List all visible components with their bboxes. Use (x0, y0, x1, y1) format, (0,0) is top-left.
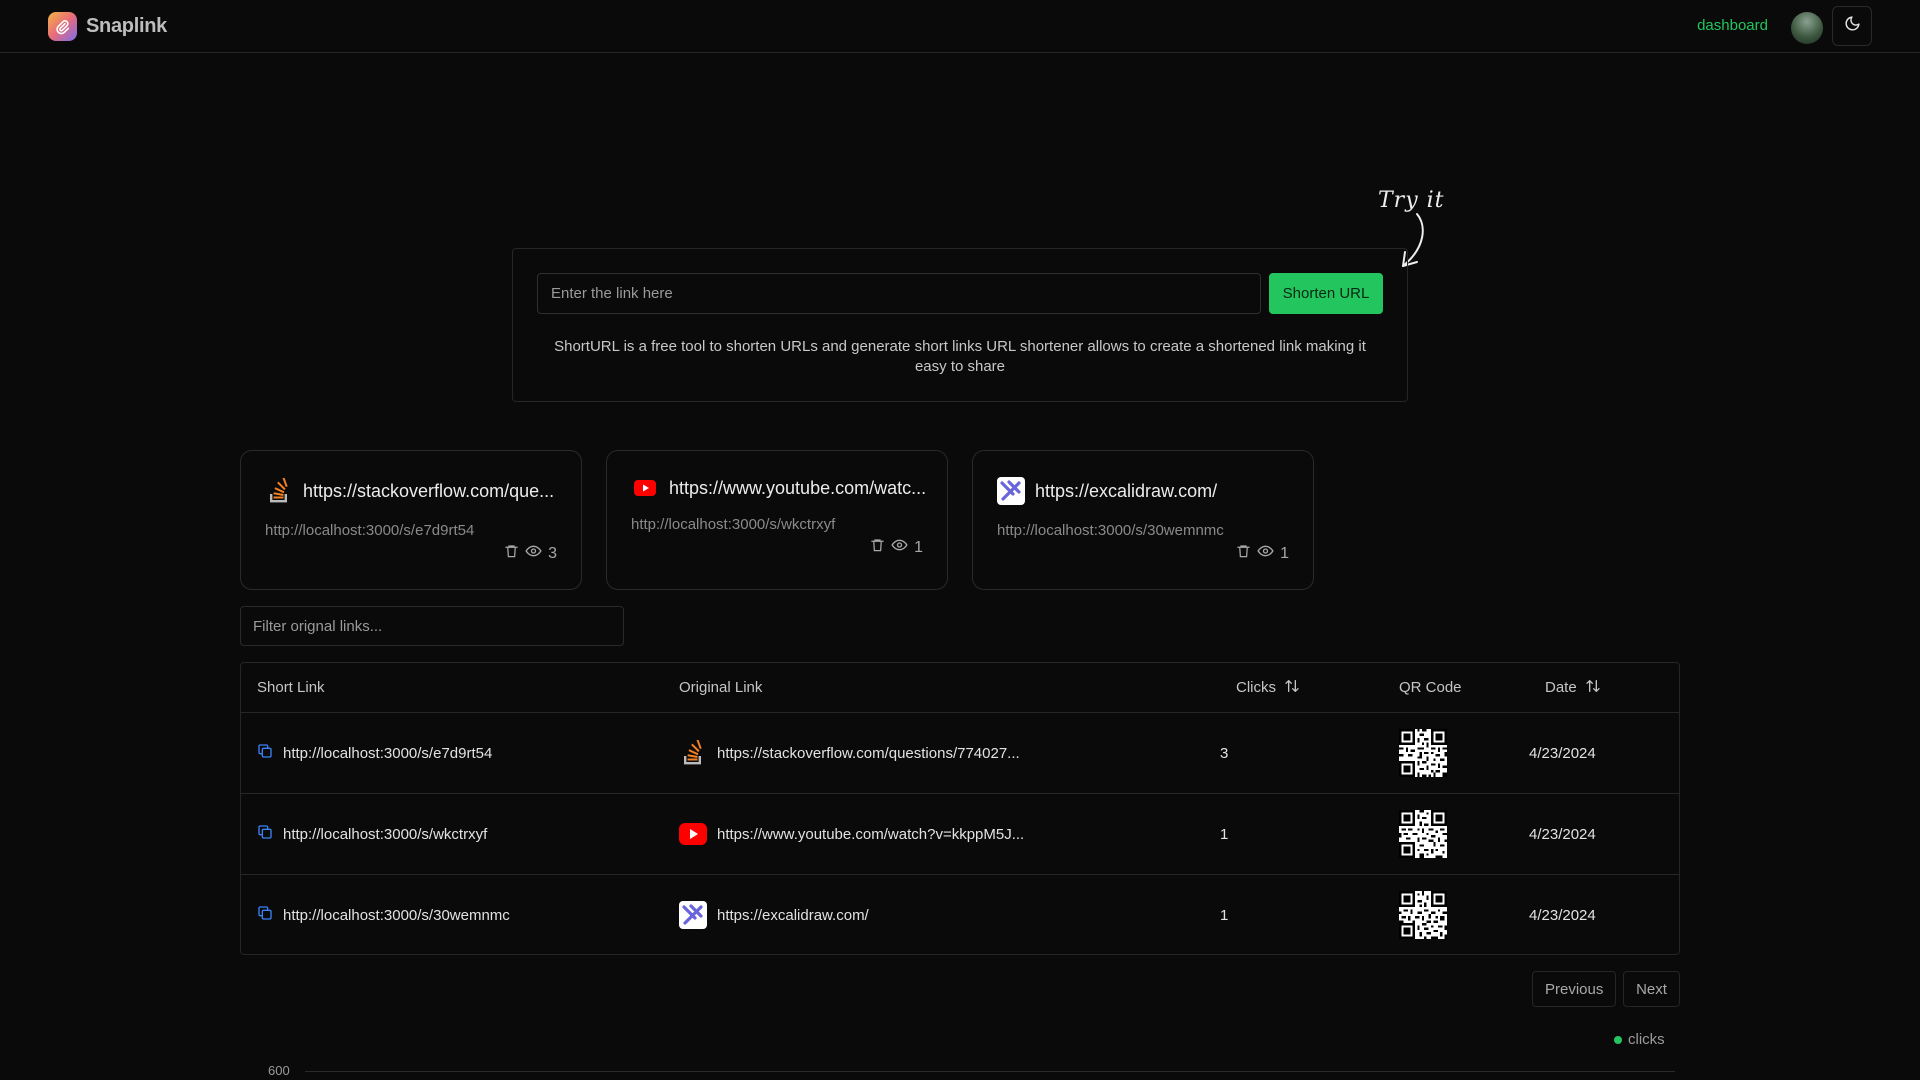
table-row: http://localhost:3000/s/wkctrxyf https:/… (241, 794, 1679, 875)
theme-toggle-button[interactable] (1832, 6, 1872, 46)
column-label: Clicks (1236, 679, 1276, 696)
chart-legend: clicks (1614, 1031, 1665, 1048)
qr-code-cell (1399, 794, 1447, 874)
stackoverflow-icon (679, 739, 707, 767)
shorten-description: ShortURL is a free tool to shorten URLs … (554, 338, 1366, 375)
table-row: http://localhost:3000/s/e7d9rt54 https:/… (241, 713, 1679, 794)
eye-icon (1257, 543, 1274, 564)
card-original-url[interactable]: https://www.youtube.com/watc... (669, 478, 926, 499)
next-page-button[interactable]: Next (1623, 971, 1680, 1007)
brand[interactable]: Snaplink (48, 12, 167, 41)
legend-label: clicks (1628, 1031, 1665, 1048)
card-header: https://excalidraw.com/ (997, 477, 1297, 505)
trash-icon[interactable] (504, 543, 519, 564)
card-short-url[interactable]: http://localhost:3000/s/e7d9rt54 (265, 522, 474, 539)
short-link-text[interactable]: http://localhost:3000/s/30wemnmc (283, 907, 510, 924)
dashboard-link[interactable]: dashboard (1697, 17, 1768, 34)
table-row: http://localhost:3000/s/30wemnmc https:/… (241, 875, 1679, 956)
card-header: https://www.youtube.com/watc... (631, 474, 931, 502)
chart-gridline (305, 1071, 1675, 1072)
qr-code-image[interactable] (1399, 891, 1447, 939)
column-header-qr-code: QR Code (1399, 663, 1462, 712)
card-original-url[interactable]: https://stackoverflow.com/que... (303, 481, 554, 502)
card-click-count: 1 (1280, 544, 1289, 562)
original-link-text[interactable]: https://stackoverflow.com/questions/7740… (717, 745, 1020, 762)
short-link-cell: http://localhost:3000/s/wkctrxyf (257, 794, 487, 874)
column-label: Original Link (679, 679, 763, 696)
qr-code-cell (1399, 713, 1447, 793)
link-card[interactable]: https://stackoverflow.com/que... http://… (240, 450, 582, 590)
short-link-text[interactable]: http://localhost:3000/s/e7d9rt54 (283, 745, 492, 762)
qr-code-image[interactable] (1399, 729, 1447, 777)
shorten-url-panel: Shorten URL ShortURL is a free tool to s… (512, 248, 1408, 402)
y-axis-tick-label: 600 (268, 1063, 290, 1078)
eye-icon (525, 543, 542, 564)
card-header: https://stackoverflow.com/que... (265, 477, 565, 505)
column-header-clicks[interactable]: Clicks (1236, 663, 1300, 712)
card-click-count: 3 (548, 544, 557, 562)
original-link-text[interactable]: https://excalidraw.com/ (717, 907, 869, 924)
clicks-cell: 1 (1220, 906, 1229, 924)
youtube-icon (679, 820, 707, 848)
card-meta: 3 (504, 543, 557, 564)
short-link-cell: http://localhost:3000/s/30wemnmc (257, 875, 510, 955)
card-meta: 1 (870, 537, 923, 558)
clicks-cell: 3 (1220, 744, 1229, 762)
link-card[interactable]: https://www.youtube.com/watc... http://l… (606, 450, 948, 590)
trash-icon[interactable] (870, 537, 885, 558)
column-label: Date (1545, 679, 1577, 696)
card-meta: 1 (1236, 543, 1289, 564)
copy-icon[interactable] (257, 743, 273, 763)
card-click-count: 1 (914, 538, 923, 556)
column-header-date[interactable]: Date (1545, 663, 1601, 712)
excalidraw-icon (679, 901, 707, 929)
user-avatar[interactable] (1791, 12, 1823, 44)
sort-icon[interactable] (1585, 678, 1601, 698)
youtube-icon (631, 474, 659, 502)
copy-icon[interactable] (257, 905, 273, 925)
column-label: Short Link (257, 679, 325, 696)
paperclip-logo-icon (48, 12, 77, 41)
column-header-short-link: Short Link (257, 663, 325, 712)
sort-icon[interactable] (1284, 678, 1300, 698)
trash-icon[interactable] (1236, 543, 1251, 564)
date-cell: 4/23/2024 (1529, 906, 1596, 924)
link-input[interactable] (537, 273, 1261, 314)
card-short-url[interactable]: http://localhost:3000/s/30wemnmc (997, 522, 1224, 539)
card-short-url[interactable]: http://localhost:3000/s/wkctrxyf (631, 516, 835, 533)
excalidraw-icon (997, 477, 1025, 505)
qr-code-cell (1399, 875, 1447, 955)
link-card[interactable]: https://excalidraw.com/ http://localhost… (972, 450, 1314, 590)
previous-page-button[interactable]: Previous (1532, 971, 1616, 1007)
try-it-annotation: Try it (1378, 188, 1445, 213)
date-cell: 4/23/2024 (1529, 825, 1596, 843)
filter-links-input[interactable] (240, 606, 624, 646)
top-navbar: Snaplink dashboard (0, 0, 1920, 53)
links-table: Short Link Original Link Clicks QR Code … (240, 662, 1680, 955)
original-link-cell: https://www.youtube.com/watch?v=kkppM5J.… (679, 794, 1024, 874)
original-link-cell: https://stackoverflow.com/questions/7740… (679, 713, 1020, 793)
stackoverflow-icon (265, 477, 293, 505)
card-original-url[interactable]: https://excalidraw.com/ (1035, 481, 1217, 502)
short-link-text[interactable]: http://localhost:3000/s/wkctrxyf (283, 826, 487, 843)
legend-dot (1614, 1035, 1622, 1044)
column-header-original-link: Original Link (679, 663, 762, 712)
qr-code-image[interactable] (1399, 810, 1447, 858)
eye-icon (891, 537, 908, 558)
brand-name: Snaplink (86, 15, 167, 37)
shorten-url-button[interactable]: Shorten URL (1269, 273, 1383, 314)
date-cell: 4/23/2024 (1529, 744, 1596, 762)
moon-icon (1844, 15, 1861, 37)
column-label: QR Code (1399, 679, 1462, 696)
original-link-cell: https://excalidraw.com/ (679, 875, 869, 955)
original-link-text[interactable]: https://www.youtube.com/watch?v=kkppM5J.… (717, 826, 1024, 843)
clicks-cell: 1 (1220, 825, 1229, 843)
short-link-cell: http://localhost:3000/s/e7d9rt54 (257, 713, 492, 793)
copy-icon[interactable] (257, 824, 273, 844)
